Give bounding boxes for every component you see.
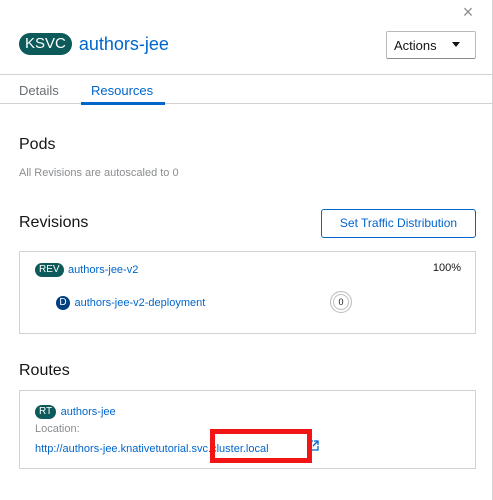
panel-header: KSVC authors-jee <box>19 33 169 55</box>
tab-bar: Details Resources <box>0 74 492 105</box>
caret-down-icon <box>452 42 460 47</box>
route-link[interactable]: authors-jee <box>61 406 116 418</box>
tab-resources[interactable]: Resources <box>91 83 153 98</box>
deployment-row: D authors-jee-v2-deployment <box>56 294 205 312</box>
pods-heading: Pods <box>19 136 56 153</box>
resource-title[interactable]: authors-jee <box>79 33 169 55</box>
active-tab-indicator <box>81 102 165 105</box>
side-panel: × KSVC authors-jee Actions Details Resou… <box>0 0 493 500</box>
rev-badge: REV <box>35 262 64 277</box>
tab-details[interactable]: Details <box>19 83 59 98</box>
routes-heading: Routes <box>19 362 70 379</box>
revisions-list: REV authors-jee-v2 100% D authors-jee-v2… <box>19 251 476 334</box>
pod-count-ring: 0 <box>330 291 352 313</box>
revision-link[interactable]: authors-jee-v2 <box>68 264 138 276</box>
highlight-box <box>210 429 312 463</box>
close-icon[interactable]: × <box>458 2 478 22</box>
route-row: RT authors-jee <box>35 403 116 421</box>
actions-label: Actions <box>394 37 437 53</box>
revision-traffic-percent: 100% <box>432 262 461 274</box>
revisions-heading: Revisions <box>19 214 89 231</box>
route-location-label: Location: <box>35 423 80 435</box>
revision-row: REV authors-jee-v2 <box>35 261 138 279</box>
set-traffic-distribution-button[interactable]: Set Traffic Distribution <box>321 209 476 238</box>
actions-dropdown[interactable]: Actions <box>386 31 476 59</box>
deployment-badge: D <box>56 295 70 310</box>
deployment-link[interactable]: authors-jee-v2-deployment <box>74 297 205 309</box>
ksvc-badge: KSVC <box>19 33 72 55</box>
rt-badge: RT <box>35 404 57 419</box>
pods-autoscale-message: All Revisions are autoscaled to 0 <box>19 167 179 179</box>
